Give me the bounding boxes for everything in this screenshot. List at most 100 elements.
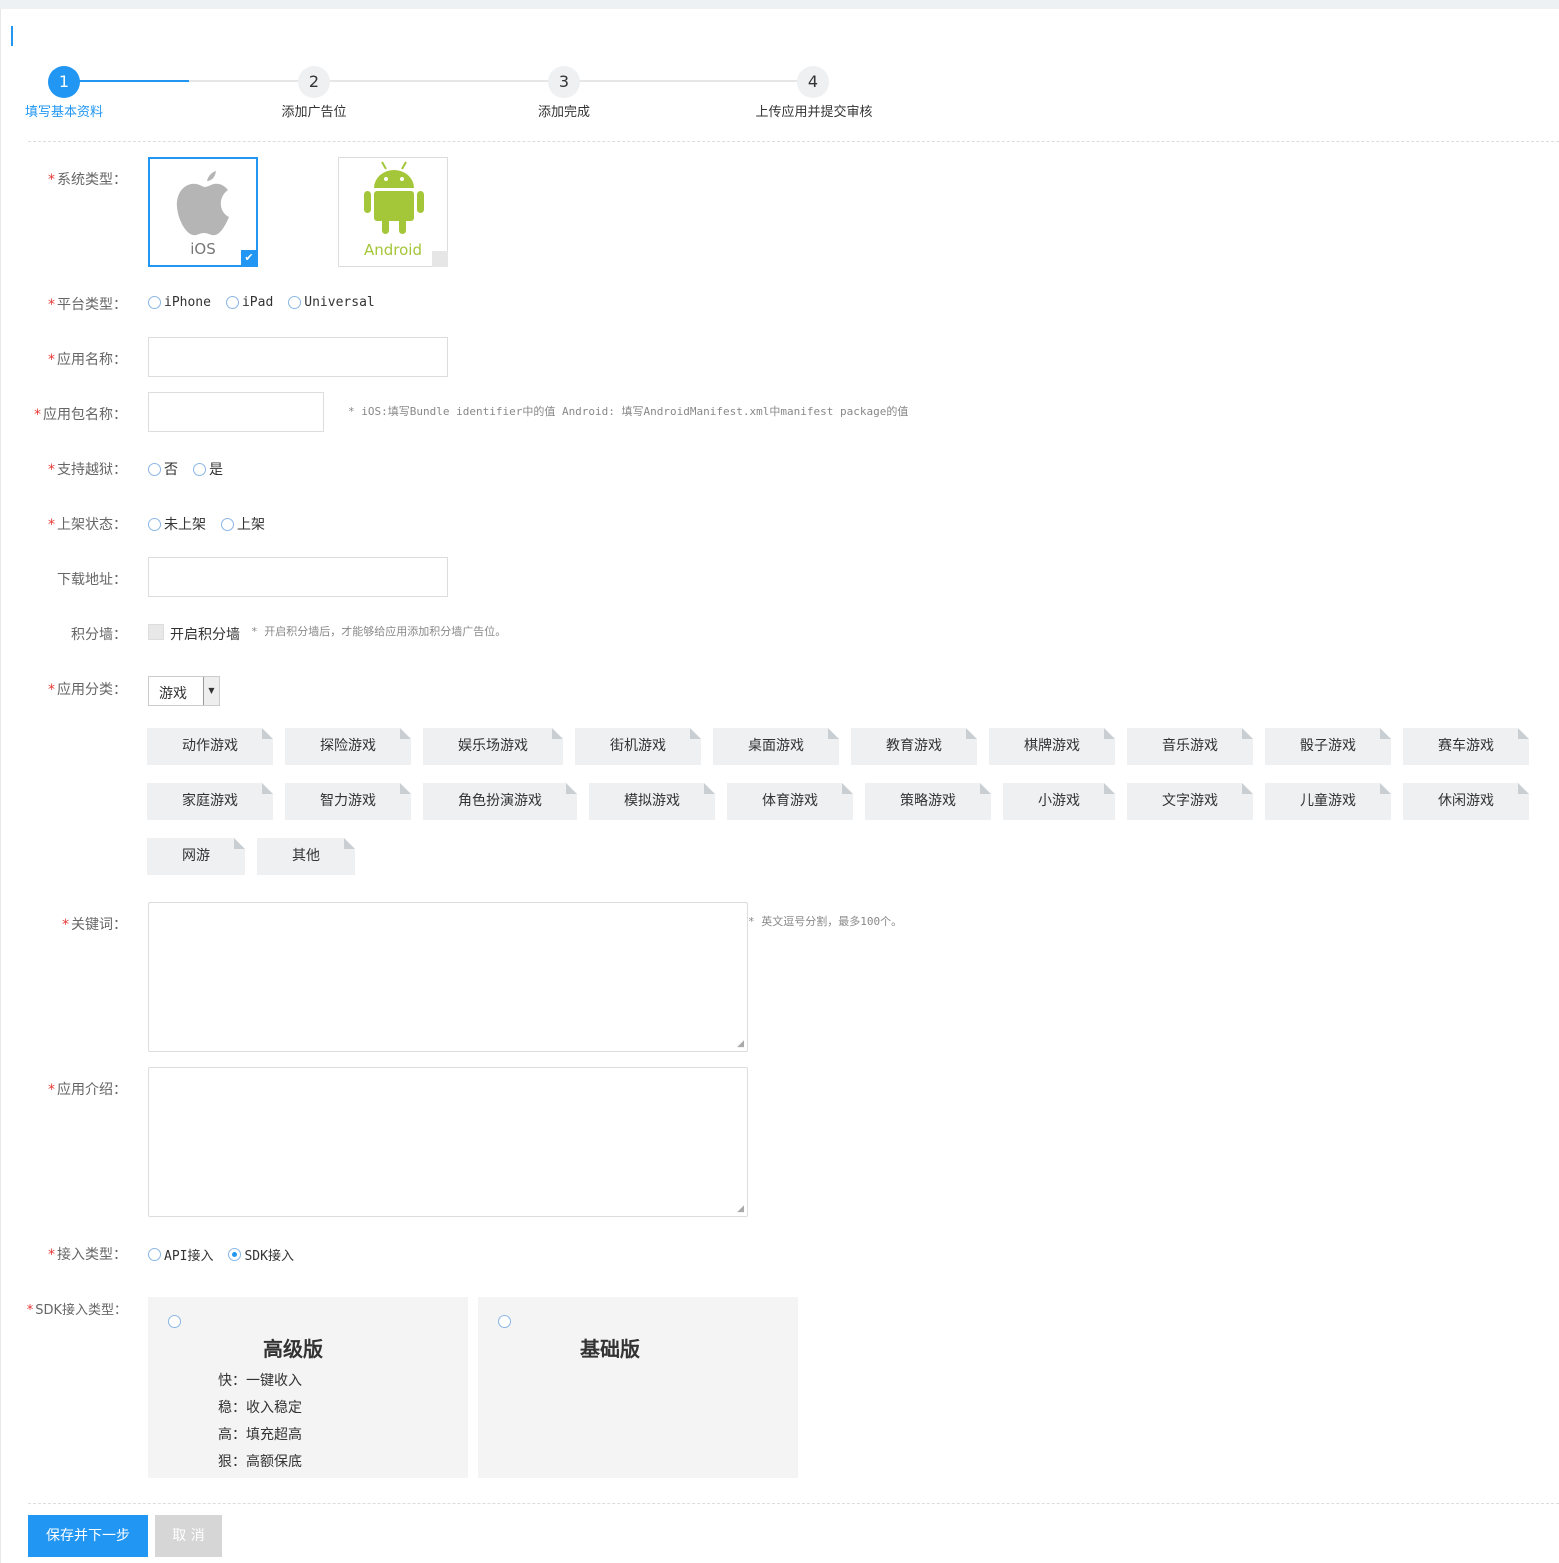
radio-button[interactable]: [193, 462, 206, 476]
jailbreak-label-text: 支持越狱：: [57, 462, 127, 478]
category-select-value: 游戏: [159, 686, 187, 702]
radio-button[interactable]: [228, 1248, 242, 1261]
sdk-type-label-text: SDK接入类型：: [35, 1303, 127, 1318]
category-tag[interactable]: 街机游戏: [575, 728, 701, 765]
platform-universal[interactable]: Universal: [288, 295, 375, 310]
top-bar: [0, 0, 1559, 9]
check-icon: [432, 251, 448, 267]
category-tag[interactable]: 桌面游戏: [713, 728, 839, 765]
download-url-input[interactable]: [148, 557, 448, 597]
category-tag[interactable]: 其他: [257, 838, 355, 875]
category-tag[interactable]: 小游戏: [1003, 783, 1115, 820]
points-wall-checkbox[interactable]: [148, 624, 164, 640]
category-tag[interactable]: 体育游戏: [727, 783, 853, 820]
platform-ipad[interactable]: iPad: [225, 295, 273, 310]
radio-button[interactable]: [288, 296, 302, 309]
step-1-circle[interactable]: 1: [48, 66, 80, 98]
radio-button[interactable]: [148, 517, 161, 531]
intro-textarea[interactable]: ◢: [148, 1067, 748, 1217]
step-2-circle[interactable]: 2: [298, 66, 330, 98]
save-next-button[interactable]: 保存并下一步: [28, 1515, 148, 1557]
step-3-label: 添加完成: [537, 105, 591, 120]
category-tag[interactable]: 赛车游戏: [1403, 728, 1529, 765]
radio-button[interactable]: [148, 296, 161, 309]
ios-option[interactable]: iOS ✔: [148, 157, 258, 267]
resize-grip-icon[interactable]: ◢: [737, 1204, 744, 1214]
category-select[interactable]: 游戏 ▼: [148, 676, 220, 706]
sdk-feature: 快：一键收入: [218, 1373, 302, 1389]
sdk-card-advanced[interactable]: 高级版 快：一键收入 稳：收入稳定 高：填充超高 狠：高额保底: [148, 1297, 468, 1478]
app-name-input[interactable]: [148, 337, 448, 377]
category-tag[interactable]: 模拟游戏: [589, 783, 715, 820]
listing-listed[interactable]: 上架: [221, 514, 265, 534]
section-marker: [11, 26, 13, 46]
package-name-label-text: 应用包名称：: [43, 407, 127, 423]
required-mark: *: [48, 1082, 55, 1098]
listing-radios: 未上架 上架: [148, 514, 280, 534]
listing-listed-label: 上架: [237, 517, 265, 533]
category-tag[interactable]: 探险游戏: [285, 728, 411, 765]
category-tag[interactable]: 角色扮演游戏: [423, 783, 577, 820]
category-tag[interactable]: 音乐游戏: [1127, 728, 1253, 765]
category-tag[interactable]: 儿童游戏: [1265, 783, 1391, 820]
step-3-circle[interactable]: 3: [548, 66, 580, 98]
listing-label: * 上架状态：: [48, 514, 127, 534]
category-tag[interactable]: 文字游戏: [1127, 783, 1253, 820]
system-type-label: * 系统类型：: [48, 169, 127, 189]
category-tag[interactable]: 休闲游戏: [1403, 783, 1529, 820]
cancel-button[interactable]: 取 消: [155, 1515, 222, 1557]
category-label: * 应用分类：: [48, 679, 127, 699]
radio-button[interactable]: [225, 296, 239, 309]
radio-button[interactable]: [148, 1248, 161, 1261]
step-4-label: 上传应用并提交审核: [755, 105, 873, 120]
jailbreak-no[interactable]: 否: [148, 459, 178, 479]
resize-grip-icon[interactable]: ◢: [737, 1039, 744, 1049]
category-tag[interactable]: 策略游戏: [865, 783, 991, 820]
check-icon: ✔: [241, 250, 257, 266]
package-name-hint: * iOS:填写Bundle identifier中的值 Android: 填写…: [348, 405, 909, 418]
intro-label: * 应用介绍：: [48, 1079, 127, 1099]
keywords-textarea[interactable]: ◢: [148, 902, 748, 1052]
category-tag[interactable]: 娱乐场游戏: [423, 728, 563, 765]
required-mark: *: [48, 352, 55, 368]
step-1-label: 填写基本资料: [24, 105, 104, 120]
chevron-down-icon[interactable]: ▼: [203, 677, 219, 705]
points-wall-label: 积分墙：: [71, 627, 127, 643]
listing-unlisted[interactable]: 未上架: [148, 514, 206, 534]
category-tag[interactable]: 教育游戏: [851, 728, 977, 765]
access-sdk[interactable]: SDK接入: [228, 1245, 294, 1264]
jailbreak-yes-label: 是: [209, 462, 223, 478]
android-option[interactable]: Android: [338, 157, 448, 267]
jailbreak-no-label: 否: [164, 462, 178, 478]
category-tag[interactable]: 家庭游戏: [147, 783, 273, 820]
category-tag[interactable]: 智力游戏: [285, 783, 411, 820]
sdk-feature: 稳：收入稳定: [218, 1400, 302, 1416]
divider-top: [28, 141, 1559, 142]
required-mark: *: [48, 517, 55, 533]
required-mark: *: [48, 172, 55, 188]
access-api[interactable]: API接入: [148, 1245, 213, 1264]
required-mark: *: [62, 917, 69, 933]
radio-button[interactable]: [148, 462, 161, 476]
listing-unlisted-label: 未上架: [164, 517, 206, 533]
keywords-hint: * 英文逗号分割，最多100个。: [748, 915, 903, 928]
radio-button[interactable]: [168, 1315, 181, 1328]
platform-label-text: 平台类型：: [57, 297, 127, 313]
jailbreak-label: * 支持越狱：: [48, 459, 127, 479]
sdk-card-basic[interactable]: 基础版: [478, 1297, 798, 1478]
radio-button[interactable]: [221, 517, 234, 531]
keywords-label-text: 关键词：: [71, 917, 127, 933]
step-4-circle[interactable]: 4: [797, 66, 829, 98]
category-tag[interactable]: 网游: [147, 838, 245, 875]
category-tag[interactable]: 棋牌游戏: [989, 728, 1115, 765]
radio-button[interactable]: [498, 1315, 511, 1328]
package-name-input[interactable]: [148, 392, 324, 432]
category-tag[interactable]: 动作游戏: [147, 728, 273, 765]
category-tag[interactable]: 骰子游戏: [1265, 728, 1391, 765]
jailbreak-yes[interactable]: 是: [193, 459, 223, 479]
system-type-label-text: 系统类型：: [57, 172, 127, 188]
required-mark: *: [34, 407, 41, 423]
required-mark: *: [48, 682, 55, 698]
platform-iphone[interactable]: iPhone: [148, 295, 211, 310]
android-icon: [364, 161, 424, 234]
